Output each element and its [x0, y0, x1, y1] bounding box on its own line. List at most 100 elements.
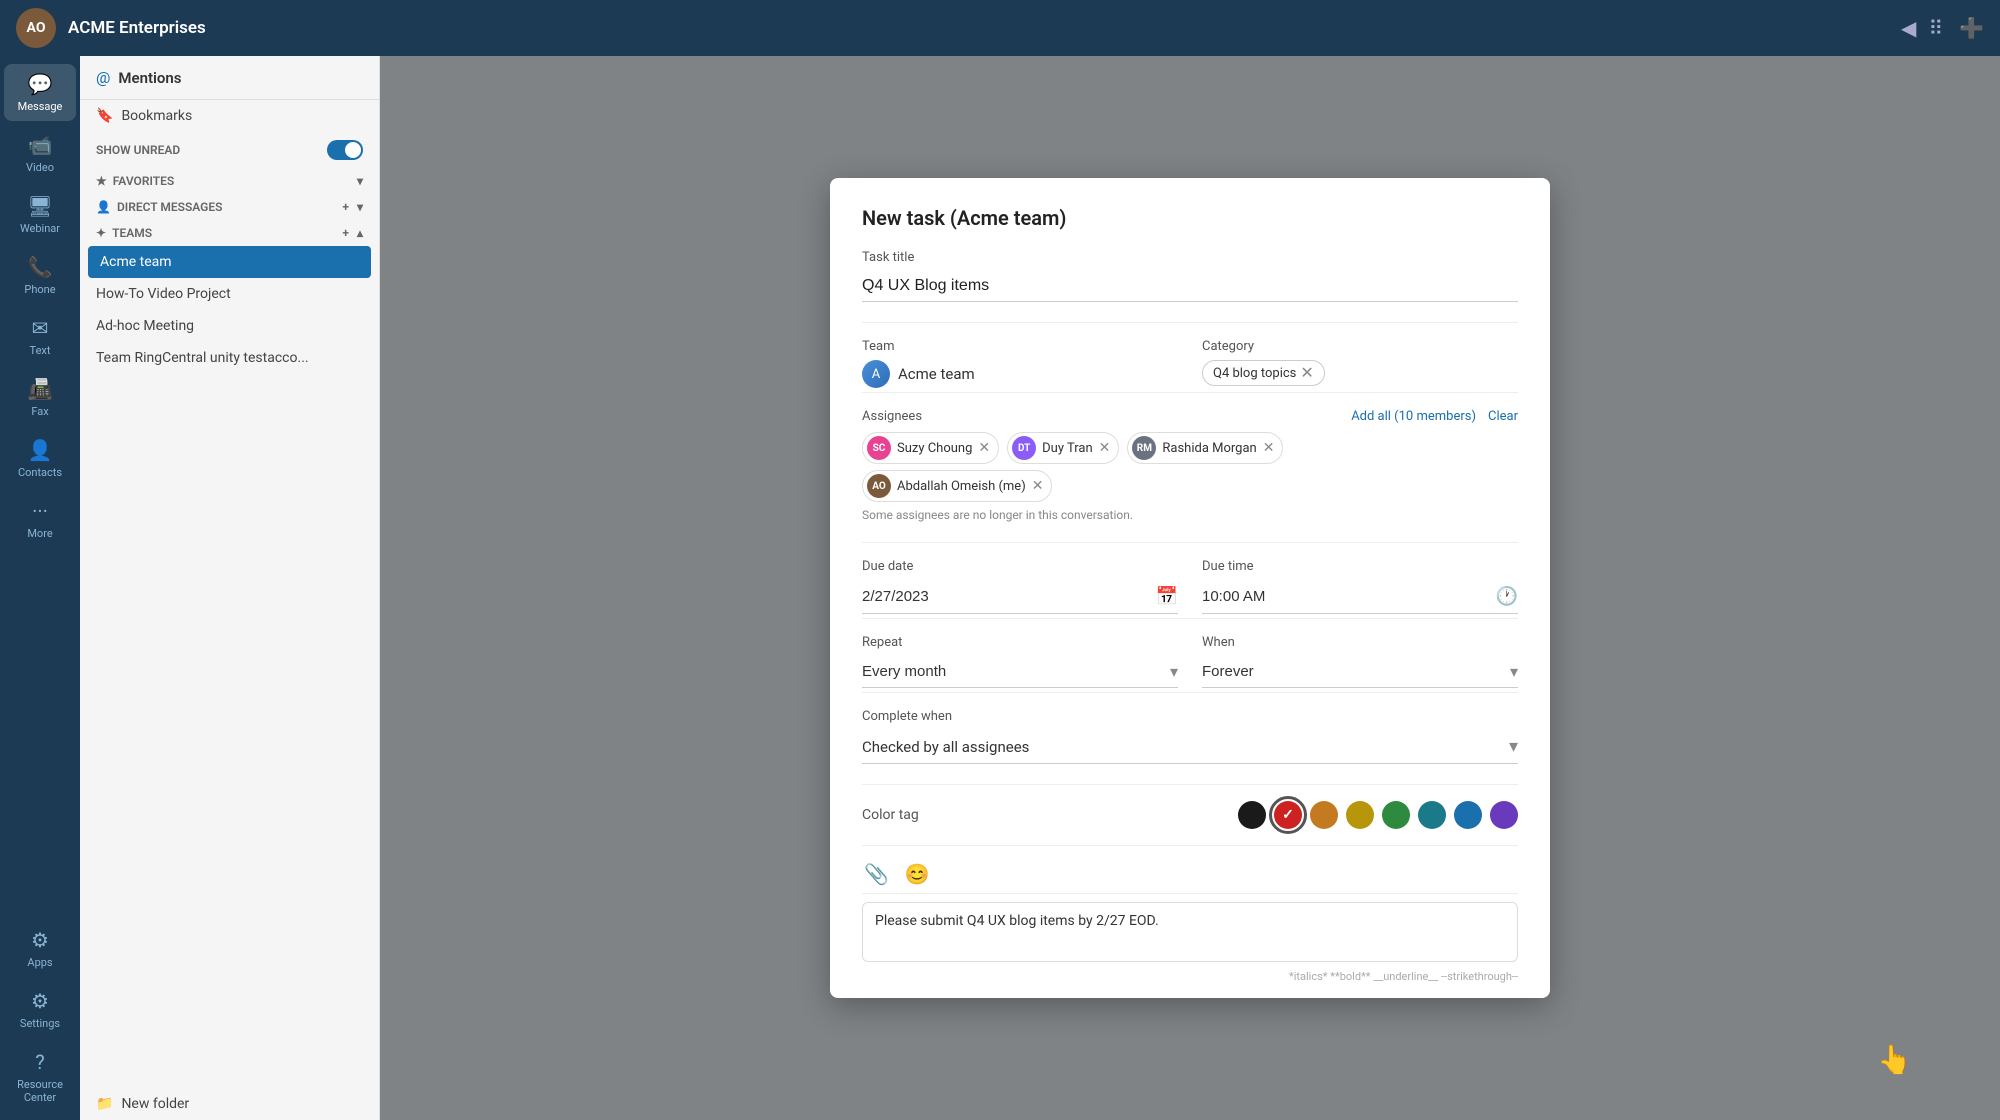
assignee-avatar-rashida: RM — [1132, 436, 1156, 460]
emoji-button[interactable]: 😊 — [903, 860, 932, 889]
expand-dm-icon[interactable]: ▾ — [357, 200, 363, 214]
color-teal[interactable] — [1418, 801, 1446, 829]
complete-when-wrap[interactable]: Checked by all assignees ▾ — [862, 730, 1518, 764]
person-icon: 👤 — [96, 200, 111, 214]
color-orange[interactable] — [1310, 801, 1338, 829]
repeat-chevron-icon: ▾ — [1170, 662, 1178, 681]
add-all-button[interactable]: Add all (10 members) — [1351, 409, 1476, 424]
sidebar-item-message[interactable]: 💬 Message — [4, 64, 76, 121]
team-field: Team A Acme team — [862, 339, 1178, 388]
team-acme[interactable]: Acme team — [88, 246, 371, 278]
sidebar-item-apps[interactable]: ⚙ Apps — [4, 920, 76, 977]
sidebar-item-video[interactable]: 📹 Video — [4, 125, 76, 182]
grid-icon[interactable]: ⠿ — [1928, 16, 1943, 40]
due-row: Due date 📅 Due time 🕐 — [862, 559, 1518, 614]
repeat-select[interactable]: Every month Every week Every day Never — [862, 663, 1170, 680]
complete-when-chevron-icon: ▾ — [1509, 736, 1518, 757]
show-unread-toggle[interactable] — [327, 140, 363, 160]
color-green[interactable] — [1382, 801, 1410, 829]
chevron-down-icon: ▾ — [357, 174, 363, 188]
top-bar-actions: ⠿ ➕ — [1928, 16, 1984, 40]
assignee-chip-duy: DT Duy Tran ✕ — [1007, 432, 1119, 464]
remove-suzy-button[interactable]: ✕ — [978, 440, 990, 456]
add-dm-icon[interactable]: + — [342, 200, 349, 214]
expand-teams-icon[interactable]: ▴ — [357, 226, 363, 240]
color-purple[interactable] — [1490, 801, 1518, 829]
message-toolbar: 📎 😊 — [862, 845, 1518, 894]
bookmarks-item[interactable]: 🔖 Bookmarks — [80, 100, 379, 132]
contacts-icon: 👤 — [28, 438, 53, 462]
sidebar-item-more[interactable]: ··· More — [4, 491, 76, 548]
mentions-label[interactable]: Mentions — [118, 69, 181, 87]
color-black[interactable] — [1238, 801, 1266, 829]
team-icon: A — [862, 360, 890, 388]
resource-icon: ? — [35, 1050, 44, 1074]
favorites-section[interactable]: ★ FAVORITES ▾ — [80, 168, 379, 194]
company-name: ACME Enterprises — [68, 18, 1889, 38]
left-sidebar: 💬 Message 📹 Video 🖥 Webinar 📞 Phone ✉ Te… — [0, 56, 80, 1120]
team-ringcentral[interactable]: Team RingCentral unity testacco... — [80, 342, 379, 374]
cursor-pointer: 👆 — [1877, 1043, 1912, 1076]
due-date-input[interactable] — [862, 588, 1156, 605]
repeat-select-wrap: Every month Every week Every day Never ▾ — [862, 656, 1178, 688]
category-field: Category Q4 blog topics ✕ — [1202, 339, 1518, 388]
clear-button[interactable]: Clear — [1488, 409, 1518, 424]
complete-when-field: Complete when Checked by all assignees ▾ — [862, 709, 1518, 764]
clock-icon[interactable]: 🕐 — [1496, 586, 1518, 607]
task-title-label: Task title — [862, 250, 1518, 265]
add-team-icon[interactable]: + — [342, 226, 349, 240]
color-circles — [1238, 801, 1518, 829]
text-icon: ✉ — [32, 316, 49, 340]
sidebar-item-phone[interactable]: 📞 Phone — [4, 247, 76, 304]
remove-category-button[interactable]: ✕ — [1300, 365, 1313, 381]
color-blue[interactable] — [1454, 801, 1482, 829]
new-folder-item[interactable]: 📁 New folder — [80, 1088, 379, 1120]
team-howto[interactable]: How-To Video Project — [80, 278, 379, 310]
teams-section[interactable]: ✦ TEAMS + ▴ — [80, 220, 379, 246]
sidebar-item-webinar[interactable]: 🖥 Webinar — [4, 186, 76, 243]
remove-rashida-button[interactable]: ✕ — [1263, 440, 1275, 456]
team-badge[interactable]: A Acme team — [862, 360, 975, 388]
assignees-label: Assignees — [862, 409, 922, 424]
new-task-modal: New task (Acme team) Task title Team A — [830, 178, 1550, 998]
due-date-wrap: 📅 — [862, 580, 1178, 614]
remove-duy-button[interactable]: ✕ — [1099, 440, 1111, 456]
second-sidebar: @ Mentions 🔖 Bookmarks SHOW UNREAD ★ FAV… — [80, 56, 380, 1120]
color-red[interactable] — [1274, 801, 1302, 829]
when-select[interactable]: Forever Until Times — [1202, 663, 1510, 680]
remove-abdallah-button[interactable]: ✕ — [1032, 478, 1044, 494]
direct-messages-section[interactable]: 👤 DIRECT MESSAGES + ▾ — [80, 194, 379, 220]
color-yellow[interactable] — [1346, 801, 1374, 829]
sidebar-header: @ Mentions — [80, 56, 379, 100]
assignee-name-suzy: Suzy Choung — [897, 441, 972, 456]
calendar-icon[interactable]: 📅 — [1156, 586, 1178, 607]
message-input[interactable]: Please submit Q4 UX blog items by 2/27 E… — [862, 902, 1518, 962]
chevron-left-icon[interactable]: ◀ — [1901, 16, 1916, 40]
sidebar-item-fax[interactable]: 📠 Fax — [4, 369, 76, 426]
attachment-button[interactable]: 📎 — [862, 860, 891, 889]
category-label: Category — [1202, 339, 1518, 354]
task-title-input[interactable] — [862, 271, 1518, 302]
modal-overlay: New task (Acme team) Task title Team A — [380, 56, 2000, 1120]
team-adhoc[interactable]: Ad-hoc Meeting — [80, 310, 379, 342]
assignee-avatar-abdallah: AO — [867, 474, 891, 498]
assignees-warning: Some assignees are no longer in this con… — [862, 508, 1518, 522]
plus-icon[interactable]: ➕ — [1959, 16, 1984, 40]
team-label: Team — [862, 339, 1178, 354]
due-time-input[interactable] — [1202, 588, 1496, 605]
when-label: When — [1202, 635, 1518, 650]
sidebar-item-contacts[interactable]: 👤 Contacts — [4, 430, 76, 487]
category-tag-text: Q4 blog topics — [1213, 366, 1296, 381]
assignees-field: Assignees Add all (10 members) Clear SC … — [862, 409, 1518, 522]
sidebar-item-settings[interactable]: ⚙ Settings — [4, 981, 76, 1038]
apps-icon: ⚙ — [31, 928, 49, 952]
due-time-label: Due time — [1202, 559, 1518, 574]
assignee-avatar-duy: DT — [1012, 436, 1036, 460]
complete-when-value: Checked by all assignees — [862, 738, 1509, 756]
sidebar-item-resource[interactable]: ? Resource Center — [4, 1042, 76, 1112]
repeat-row: Repeat Every month Every week Every day … — [862, 635, 1518, 688]
user-avatar[interactable]: AO — [16, 8, 56, 48]
repeat-field: Repeat Every month Every week Every day … — [862, 635, 1178, 688]
sidebar-item-text[interactable]: ✉ Text — [4, 308, 76, 365]
fax-icon: 📠 — [28, 377, 53, 401]
